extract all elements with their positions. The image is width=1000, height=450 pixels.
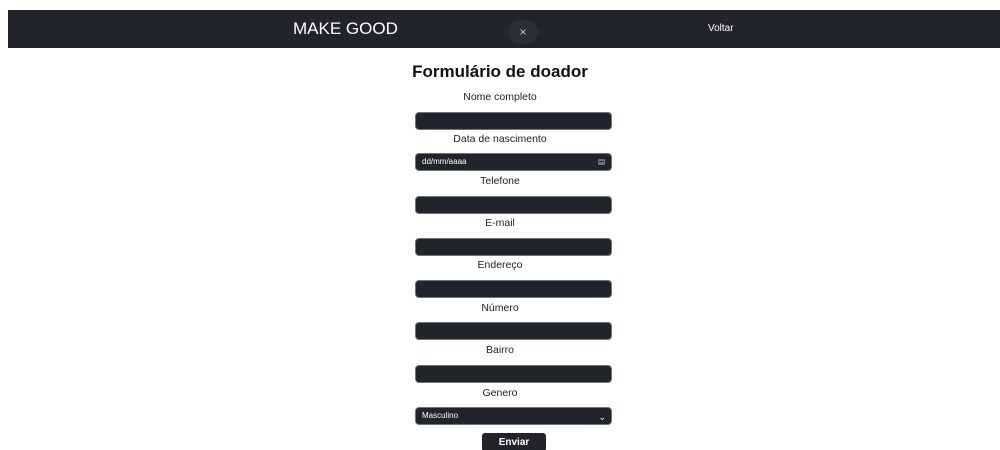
submit-button[interactable]: Enviar (482, 433, 546, 450)
telefone-label: Telefone (480, 175, 520, 187)
numero-label: Número (481, 302, 519, 314)
close-button[interactable]: × (508, 20, 538, 44)
nome-input[interactable] (415, 112, 612, 130)
email-input[interactable] (415, 238, 612, 256)
numero-input[interactable] (415, 322, 612, 340)
chevron-down-icon: ⌄ (598, 412, 606, 422)
bairro-label: Bairro (485, 344, 514, 356)
brand-logo[interactable]: MAKE GOOD (293, 19, 398, 39)
form-title: Formulário de doador (412, 62, 588, 81)
page: MAKE GOOD × Voltar Formulário de doador … (0, 0, 1000, 450)
telefone-input[interactable] (415, 196, 612, 214)
genero-select[interactable]: Masculino ⌄ (415, 407, 612, 425)
genero-selected-value: Masculino (422, 411, 459, 420)
calendar-icon[interactable] (598, 159, 605, 165)
nome-label: Nome completo (463, 91, 537, 103)
back-link[interactable]: Voltar (708, 23, 734, 35)
nascimento-date-input[interactable]: dd/mm/aaaa (415, 153, 612, 171)
endereco-input[interactable] (415, 280, 612, 298)
bairro-input[interactable] (415, 365, 612, 383)
email-label: E-mail (485, 217, 515, 229)
date-placeholder: dd/mm/aaaa (422, 157, 467, 166)
endereco-label: Endereço (477, 259, 523, 271)
genero-label: Genero (482, 387, 518, 399)
close-icon: × (519, 25, 527, 39)
nascimento-label: Data de nascimento (453, 133, 547, 145)
navbar: MAKE GOOD × Voltar (8, 10, 1000, 48)
